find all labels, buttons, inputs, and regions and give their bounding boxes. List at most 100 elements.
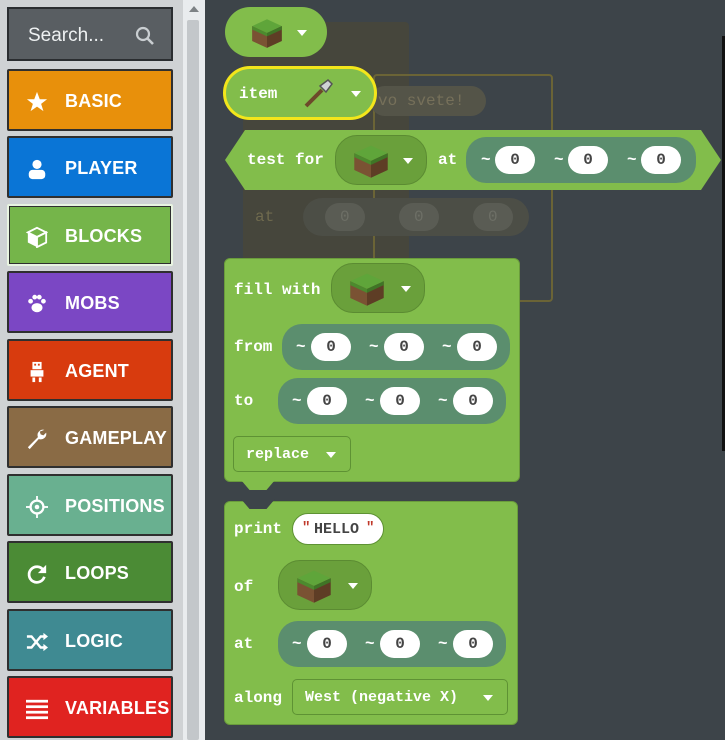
tilde-label: ~: [481, 151, 491, 169]
tilde-label: ~: [554, 151, 564, 169]
direction-value: West (negative X): [305, 689, 459, 706]
category-positions[interactable]: POSITIONS: [7, 474, 173, 536]
z-coordinate-input[interactable]: 0: [453, 630, 493, 658]
paw-icon: [28, 294, 46, 313]
item-block[interactable]: item: [223, 66, 377, 120]
y-coordinate-input[interactable]: 0: [380, 387, 420, 415]
category-mobs[interactable]: MOBS: [7, 271, 173, 333]
category-label: LOGIC: [65, 631, 123, 651]
tilde-label: ~: [296, 338, 306, 356]
ghost-at-label: at: [255, 208, 275, 226]
search-input[interactable]: Search...: [7, 7, 173, 61]
print-block-dropdown[interactable]: [278, 560, 372, 610]
x-coordinate-input[interactable]: 0: [495, 146, 535, 174]
to-label: to: [234, 392, 254, 410]
tilde-label: ~: [365, 635, 375, 653]
tilde-label: ~: [365, 392, 375, 410]
category-label: PLAYER: [65, 158, 138, 178]
dropdown-arrow-icon[interactable]: [403, 158, 413, 164]
print-at-label: at: [234, 635, 254, 653]
ghost-text: vo svete!: [378, 92, 465, 110]
print-label: print: [234, 520, 283, 538]
category-variables[interactable]: VARIABLES: [7, 676, 173, 738]
along-label: along: [234, 689, 283, 707]
fill-block-dropdown[interactable]: [331, 263, 425, 313]
category-loops[interactable]: LOOPS: [7, 541, 173, 603]
item-label: item: [239, 85, 278, 103]
ghost-zero: 0: [340, 208, 350, 226]
workspace[interactable]: vo svete! at 0 0 0 item test for at ~ 0 …: [205, 0, 725, 740]
category-gameplay[interactable]: GAMEPLAY: [7, 406, 173, 468]
z-coordinate-input[interactable]: 0: [641, 146, 681, 174]
tilde-label: ~: [438, 392, 448, 410]
category-label: BASIC: [65, 91, 123, 111]
z-coordinate-input[interactable]: 0: [457, 333, 497, 361]
grass-block-icon: [354, 145, 388, 178]
to-position[interactable]: ~ 0 ~ 0 ~ 0: [278, 378, 506, 424]
category-label: POSITIONS: [65, 496, 165, 516]
flyout-scrollbar[interactable]: [183, 0, 205, 740]
agent-icon: [30, 361, 44, 383]
category-blocks[interactable]: BLOCKS: [7, 204, 173, 266]
x-coordinate-input[interactable]: 0: [307, 630, 347, 658]
grass-block-icon: [252, 19, 282, 48]
loop-icon: [27, 564, 47, 584]
close-quote-icon: ": [366, 520, 375, 536]
ghost-position-row: 0 0 0: [303, 198, 529, 236]
category-agent[interactable]: AGENT: [7, 339, 173, 401]
person-icon: [28, 159, 46, 180]
category-label: GAMEPLAY: [65, 428, 167, 448]
scrollbar-thumb[interactable]: [187, 20, 199, 740]
dropdown-arrow-icon[interactable]: [401, 286, 411, 292]
dropdown-arrow-icon[interactable]: [351, 91, 361, 97]
dropdown-arrow-icon[interactable]: [348, 583, 358, 589]
test-for-at-label: at: [438, 151, 458, 169]
wrench-icon: [27, 429, 47, 450]
category-basic[interactable]: BASIC: [7, 69, 173, 131]
scroll-up-icon[interactable]: [189, 6, 199, 12]
tilde-label: ~: [292, 635, 302, 653]
fill-mode-value: replace: [246, 446, 310, 463]
print-position[interactable]: ~ 0 ~ 0 ~ 0: [278, 621, 506, 667]
x-coordinate-input[interactable]: 0: [311, 333, 351, 361]
ghost-zero: 0: [414, 208, 424, 226]
ghost-zero: 0: [488, 208, 498, 226]
dropdown-arrow-icon[interactable]: [297, 30, 307, 36]
ghost-text-pill: vo svete!: [370, 86, 486, 116]
tilde-label: ~: [442, 338, 452, 356]
fill-with-label: fill with: [234, 281, 321, 299]
x-coordinate-input[interactable]: 0: [307, 387, 347, 415]
y-coordinate-input[interactable]: 0: [380, 630, 420, 658]
grass-block-icon: [297, 570, 331, 603]
category-player[interactable]: PLAYER: [7, 136, 173, 198]
grass-block-dropdown-block[interactable]: [225, 7, 327, 57]
fill-mode-dropdown[interactable]: replace: [233, 436, 351, 472]
category-label: VARIABLES: [65, 698, 170, 718]
tilde-label: ~: [369, 338, 379, 356]
dropdown-arrow-icon[interactable]: [326, 452, 336, 458]
crosshair-icon: [26, 496, 48, 518]
cube-icon: [26, 226, 48, 248]
star-icon: [26, 91, 48, 112]
category-label: BLOCKS: [65, 226, 143, 246]
y-coordinate-input[interactable]: 0: [384, 333, 424, 361]
direction-dropdown[interactable]: West (negative X): [292, 679, 508, 715]
category-logic[interactable]: LOGIC: [7, 609, 173, 671]
tilde-label: ~: [292, 392, 302, 410]
category-label: MOBS: [65, 293, 120, 313]
y-coordinate-input[interactable]: 0: [568, 146, 608, 174]
z-coordinate-input[interactable]: 0: [453, 387, 493, 415]
test-for-position[interactable]: ~ 0 ~ 0 ~ 0: [466, 137, 696, 183]
of-label: of: [234, 578, 254, 596]
grass-block-icon: [350, 273, 384, 306]
dropdown-arrow-icon[interactable]: [483, 695, 493, 701]
from-position[interactable]: ~ 0 ~ 0 ~ 0: [282, 324, 510, 370]
print-text-input[interactable]: " HELLO ": [292, 513, 384, 545]
category-label: LOOPS: [65, 563, 130, 583]
test-for-block-dropdown[interactable]: [335, 135, 427, 185]
block-bottom-notch: [241, 480, 275, 490]
test-for-label: test for: [247, 151, 324, 169]
toolbox: Search... BASIC PLAYER BLOCKS MOBS AGENT…: [0, 0, 183, 740]
shovel-icon: [304, 79, 333, 108]
from-label: from: [234, 338, 273, 356]
